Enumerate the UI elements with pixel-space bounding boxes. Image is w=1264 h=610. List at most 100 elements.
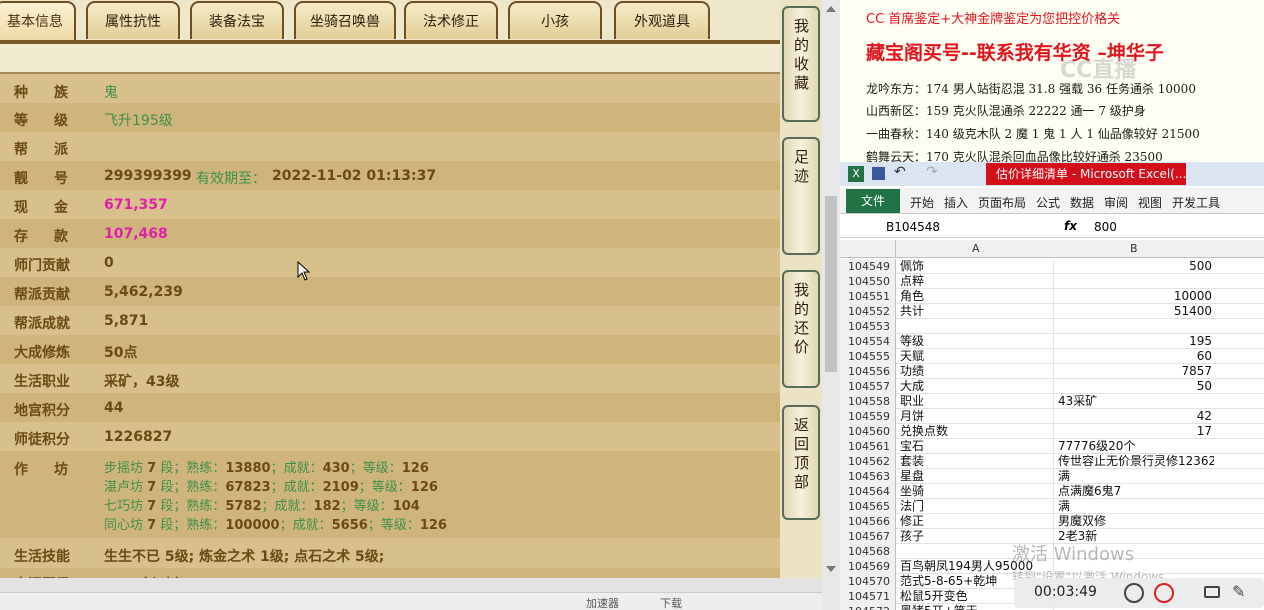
row-number[interactable]: 104570: [840, 574, 896, 589]
row-number[interactable]: 104556: [840, 364, 896, 379]
file-tab[interactable]: 文件: [846, 189, 900, 213]
row-number[interactable]: 104572: [840, 604, 896, 610]
cell-a[interactable]: 法门: [898, 499, 1054, 514]
school-contrib-value: 0: [104, 255, 114, 271]
row-number[interactable]: 104564: [840, 484, 896, 499]
cell-b[interactable]: [1056, 319, 1214, 334]
tab-formulas[interactable]: 公式: [1036, 194, 1060, 211]
tab-basic-info[interactable]: 基本信息: [0, 1, 76, 42]
row-number[interactable]: 104550: [840, 274, 896, 289]
row-number[interactable]: 104567: [840, 529, 896, 544]
cell-b[interactable]: 51400: [1056, 304, 1214, 319]
row-number[interactable]: 104571: [840, 589, 896, 604]
cell-a[interactable]: 共计: [898, 304, 1054, 319]
tab-mounts-pets[interactable]: 坐骑召唤兽: [294, 1, 396, 39]
name-box[interactable]: B104548: [886, 220, 940, 234]
column-a-header[interactable]: A: [972, 242, 980, 255]
cell-a[interactable]: 大成: [898, 379, 1054, 394]
row-number[interactable]: 104558: [840, 394, 896, 409]
cell-b[interactable]: 点满魔6鬼7: [1056, 484, 1214, 499]
scroll-up-icon[interactable]: [826, 6, 836, 12]
cell-b[interactable]: 男魔双修: [1056, 514, 1214, 529]
cell-a[interactable]: 兑换点数: [898, 424, 1054, 439]
cell-a[interactable]: 坐骑: [898, 484, 1054, 499]
cell-a[interactable]: 天赋: [898, 349, 1054, 364]
download-label[interactable]: 下载: [660, 595, 682, 610]
vertical-scrollbar[interactable]: [822, 0, 840, 610]
row-number[interactable]: 104549: [840, 259, 896, 274]
save-icon[interactable]: [872, 167, 885, 180]
row-number[interactable]: 104566: [840, 514, 896, 529]
cell-a[interactable]: 月饼: [898, 409, 1054, 424]
pen-icon[interactable]: ✎: [1232, 582, 1245, 601]
tab-data[interactable]: 数据: [1070, 194, 1094, 211]
row-number[interactable]: 104560: [840, 424, 896, 439]
tab-equipment[interactable]: 装备法宝: [190, 1, 284, 39]
cell-b[interactable]: 满: [1056, 499, 1214, 514]
tab-appearance[interactable]: 外观道具: [614, 1, 710, 39]
row-number[interactable]: 104565: [840, 499, 896, 514]
cell-a[interactable]: 点粹: [898, 274, 1054, 289]
formula-input[interactable]: 800: [1094, 220, 1117, 234]
tab-review[interactable]: 审阅: [1104, 194, 1128, 211]
footprint-button[interactable]: 足迹: [782, 137, 820, 255]
tab-children[interactable]: 小孩: [508, 1, 602, 39]
row-number[interactable]: 104561: [840, 439, 896, 454]
redo-icon[interactable]: ↷: [926, 164, 938, 180]
camera-icon[interactable]: [1204, 586, 1220, 598]
tab-spells[interactable]: 法术修正: [404, 1, 498, 39]
undo-icon[interactable]: ↶: [894, 164, 906, 180]
horizontal-scrollbar[interactable]: [0, 578, 822, 592]
row-number[interactable]: 104563: [840, 469, 896, 484]
cell-b[interactable]: [1056, 274, 1214, 289]
cell-b[interactable]: 42: [1056, 409, 1214, 424]
cell-b[interactable]: 满: [1056, 469, 1214, 484]
row-number[interactable]: 104562: [840, 454, 896, 469]
cell-a[interactable]: 职业: [898, 394, 1054, 409]
row-number[interactable]: 104559: [840, 409, 896, 424]
stop-record-icon[interactable]: [1154, 583, 1174, 603]
row-number[interactable]: 104557: [840, 379, 896, 394]
tab-attributes[interactable]: 属性抗性: [86, 1, 180, 39]
scroll-down-icon[interactable]: [826, 566, 836, 572]
cell-a[interactable]: 等级: [898, 334, 1054, 349]
cell-b[interactable]: 60: [1056, 349, 1214, 364]
cell-a[interactable]: 功绩: [898, 364, 1054, 379]
cell-b[interactable]: 7857: [1056, 364, 1214, 379]
scroll-thumb[interactable]: [825, 196, 837, 372]
cell-a[interactable]: 套装: [898, 454, 1054, 469]
row-number[interactable]: 104551: [840, 289, 896, 304]
cell-b[interactable]: 10000: [1056, 289, 1214, 304]
cell-a[interactable]: 修正: [898, 514, 1054, 529]
my-favorites-button[interactable]: 我的收藏: [782, 6, 820, 122]
cell-b[interactable]: 500: [1056, 259, 1214, 274]
pause-icon[interactable]: [1124, 583, 1144, 603]
cell-b[interactable]: 43采矿: [1056, 394, 1214, 409]
tab-page-layout[interactable]: 页面布局: [978, 194, 1026, 211]
cell-b[interactable]: 77776级20个: [1056, 439, 1214, 454]
row-number[interactable]: 104552: [840, 304, 896, 319]
column-b-header[interactable]: B: [1130, 242, 1138, 255]
back-to-top-button[interactable]: 返回顶部: [782, 405, 820, 520]
cell-a[interactable]: [898, 319, 1054, 334]
cell-b[interactable]: 17: [1056, 424, 1214, 439]
cell-a[interactable]: 星盘: [898, 469, 1054, 484]
cell-b[interactable]: 195: [1056, 334, 1214, 349]
tab-insert[interactable]: 插入: [944, 194, 968, 211]
tab-home[interactable]: 开始: [910, 194, 934, 211]
cell-a[interactable]: 宝石: [898, 439, 1054, 454]
row-number[interactable]: 104554: [840, 334, 896, 349]
cell-b[interactable]: 传世容止无价景行灵修12362: [1056, 454, 1214, 469]
row-number[interactable]: 104568: [840, 544, 896, 559]
tab-view[interactable]: 视图: [1138, 194, 1162, 211]
cell-a[interactable]: 佩饰: [898, 259, 1054, 274]
row-number[interactable]: 104553: [840, 319, 896, 334]
accelerator-label[interactable]: 加速器: [586, 595, 619, 610]
cell-b[interactable]: 50: [1056, 379, 1214, 394]
cell-a[interactable]: 角色: [898, 289, 1054, 304]
row-number[interactable]: 104569: [840, 559, 896, 574]
race-value: 鬼: [104, 85, 118, 101]
row-number[interactable]: 104555: [840, 349, 896, 364]
tab-developer[interactable]: 开发工具: [1172, 194, 1220, 211]
my-counter-offer-button[interactable]: 我的还价: [782, 270, 820, 388]
